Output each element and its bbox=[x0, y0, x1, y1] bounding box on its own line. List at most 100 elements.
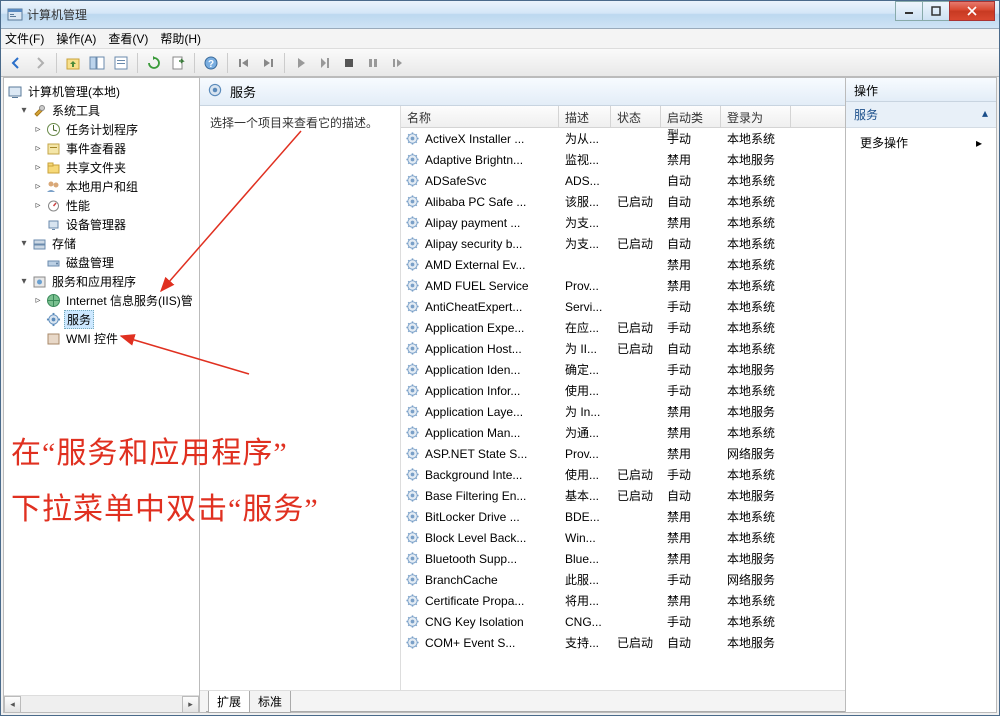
back-button[interactable] bbox=[5, 52, 27, 74]
service-row[interactable]: Application Laye...为 In...禁用本地服务 bbox=[401, 401, 845, 422]
pause-button[interactable] bbox=[362, 52, 384, 74]
scroll-right-icon[interactable]: ▸ bbox=[182, 696, 199, 712]
tab-extended[interactable]: 扩展 bbox=[208, 691, 250, 713]
stop-button[interactable] bbox=[338, 52, 360, 74]
cell-logon: 本地系统 bbox=[723, 592, 793, 609]
service-row[interactable]: Application Iden...确定...手动本地服务 bbox=[401, 359, 845, 380]
cell-name: Base Filtering En... bbox=[421, 489, 561, 503]
step-button[interactable] bbox=[314, 52, 336, 74]
minimize-button[interactable] bbox=[895, 1, 923, 21]
menu-action[interactable]: 操作(A) bbox=[56, 30, 96, 47]
col-status[interactable]: 状态 bbox=[611, 106, 661, 127]
menu-view[interactable]: 查看(V) bbox=[108, 30, 148, 47]
titlebar[interactable]: 计算机管理 bbox=[1, 1, 999, 29]
service-row[interactable]: Application Expe...在应...已启动手动本地系统 bbox=[401, 317, 845, 338]
tree-task-scheduler[interactable]: ▹任务计划程序 bbox=[4, 120, 199, 139]
service-row[interactable]: ActiveX Installer ...为从...手动本地系统 bbox=[401, 128, 845, 149]
col-logon[interactable]: 登录为 bbox=[721, 106, 791, 127]
media-next-button[interactable] bbox=[257, 52, 279, 74]
service-row[interactable]: Block Level Back...Win...禁用本地系统 bbox=[401, 527, 845, 548]
up-button[interactable] bbox=[62, 52, 84, 74]
col-name[interactable]: 名称 bbox=[401, 106, 559, 127]
service-row[interactable]: Background Inte...使用...已启动手动本地系统 bbox=[401, 464, 845, 485]
forward-button[interactable] bbox=[29, 52, 51, 74]
menu-help[interactable]: 帮助(H) bbox=[160, 30, 201, 47]
expand-icon[interactable]: ▹ bbox=[32, 181, 44, 192]
cell-desc: Blue... bbox=[561, 552, 613, 566]
service-row[interactable]: Base Filtering En...基本...已启动自动本地服务 bbox=[401, 485, 845, 506]
expand-icon[interactable]: ▹ bbox=[32, 143, 44, 154]
cell-logon: 本地系统 bbox=[723, 508, 793, 525]
service-row[interactable]: Application Host...为 II...已启动自动本地系统 bbox=[401, 338, 845, 359]
show-hide-tree-button[interactable] bbox=[86, 52, 108, 74]
close-button[interactable] bbox=[949, 1, 995, 21]
col-desc[interactable]: 描述 bbox=[559, 106, 611, 127]
actions-more[interactable]: 更多操作 ▸ bbox=[846, 128, 996, 157]
tree-wmi[interactable]: ▹WMI 控件 bbox=[4, 329, 199, 348]
tree-performance[interactable]: ▹性能 bbox=[4, 196, 199, 215]
cell-desc: 基本... bbox=[561, 487, 613, 504]
service-row[interactable]: Application Man...为通...禁用本地系统 bbox=[401, 422, 845, 443]
service-row[interactable]: Application Infor...使用...手动本地系统 bbox=[401, 380, 845, 401]
cell-logon: 本地系统 bbox=[723, 172, 793, 189]
tree-system-tools[interactable]: ▾ 系统工具 bbox=[4, 101, 199, 120]
collapse-icon[interactable]: ▾ bbox=[18, 238, 30, 249]
refresh-button[interactable] bbox=[143, 52, 165, 74]
maximize-button[interactable] bbox=[922, 1, 950, 21]
service-row[interactable]: Alipay payment ...为支...禁用本地系统 bbox=[401, 212, 845, 233]
resume-button[interactable] bbox=[386, 52, 408, 74]
service-row[interactable]: AMD FUEL ServiceProv...禁用本地系统 bbox=[401, 275, 845, 296]
service-row[interactable]: AMD External Ev...禁用本地系统 bbox=[401, 254, 845, 275]
cell-startup: 手动 bbox=[663, 466, 723, 483]
cell-startup: 手动 bbox=[663, 319, 723, 336]
service-row[interactable]: CNG Key IsolationCNG...手动本地系统 bbox=[401, 611, 845, 632]
services-apps-icon bbox=[31, 274, 47, 290]
collapse-icon[interactable]: ▾ bbox=[18, 105, 30, 116]
expand-icon[interactable]: ▹ bbox=[32, 200, 44, 211]
service-row[interactable]: ASP.NET State S...Prov...禁用网络服务 bbox=[401, 443, 845, 464]
cell-desc: 使用... bbox=[561, 466, 613, 483]
expand-icon[interactable]: ▹ bbox=[32, 162, 44, 173]
tree-iis[interactable]: ▹Internet 信息服务(IIS)管 bbox=[4, 291, 199, 310]
media-prev-button[interactable] bbox=[233, 52, 255, 74]
properties-button[interactable] bbox=[110, 52, 132, 74]
service-row[interactable]: Alipay security b...为支...已启动自动本地系统 bbox=[401, 233, 845, 254]
service-row[interactable]: Bluetooth Supp...Blue...禁用本地服务 bbox=[401, 548, 845, 569]
cell-desc: 为支... bbox=[561, 214, 613, 231]
expand-icon[interactable]: ▹ bbox=[32, 124, 44, 135]
tree-shared-folders[interactable]: ▹共享文件夹 bbox=[4, 158, 199, 177]
tree-root[interactable]: 计算机管理(本地) bbox=[4, 82, 199, 101]
cell-name: ADSafeSvc bbox=[421, 174, 561, 188]
service-row[interactable]: Certificate Propa...将用...禁用本地系统 bbox=[401, 590, 845, 611]
service-row[interactable]: BranchCache此服...手动网络服务 bbox=[401, 569, 845, 590]
cell-logon: 本地系统 bbox=[723, 130, 793, 147]
menu-file[interactable]: 文件(F) bbox=[5, 30, 44, 47]
tree-disk-mgmt[interactable]: ▹磁盘管理 bbox=[4, 253, 199, 272]
nav-tree[interactable]: 计算机管理(本地) ▾ 系统工具 ▹任务计划程序 bbox=[4, 82, 199, 348]
play-button[interactable] bbox=[290, 52, 312, 74]
tree-local-users[interactable]: ▹本地用户和组 bbox=[4, 177, 199, 196]
expand-icon[interactable]: ▹ bbox=[32, 295, 44, 306]
service-row[interactable]: BitLocker Drive ...BDE...禁用本地系统 bbox=[401, 506, 845, 527]
tree-services-apps[interactable]: ▾ 服务和应用程序 bbox=[4, 272, 199, 291]
service-row[interactable]: ADSafeSvcADS...自动本地系统 bbox=[401, 170, 845, 191]
service-row[interactable]: AntiCheatExpert...Servi...手动本地系统 bbox=[401, 296, 845, 317]
export-button[interactable] bbox=[167, 52, 189, 74]
service-row[interactable]: Adaptive Brightn...监视...禁用本地服务 bbox=[401, 149, 845, 170]
col-startup[interactable]: 启动类型 bbox=[661, 106, 721, 127]
scroll-left-icon[interactable]: ◂ bbox=[4, 696, 21, 712]
service-row[interactable]: COM+ Event S...支持...已启动自动本地服务 bbox=[401, 632, 845, 653]
cell-startup: 禁用 bbox=[663, 529, 723, 546]
event-icon bbox=[45, 141, 61, 157]
tree-device-manager[interactable]: ▹设备管理器 bbox=[4, 215, 199, 234]
tree-storage[interactable]: ▾ 存储 bbox=[4, 234, 199, 253]
service-row[interactable]: Alibaba PC Safe ...该服...已启动自动本地系统 bbox=[401, 191, 845, 212]
tree-event-viewer[interactable]: ▹事件查看器 bbox=[4, 139, 199, 158]
collapse-icon[interactable]: ▾ bbox=[18, 276, 30, 287]
tree-services[interactable]: ▹服务 bbox=[4, 310, 199, 329]
help-button[interactable]: ? bbox=[200, 52, 222, 74]
tree-hscrollbar[interactable]: ◂ ▸ bbox=[4, 695, 199, 712]
list-rows[interactable]: ActiveX Installer ...为从...手动本地系统Adaptive… bbox=[401, 128, 845, 690]
actions-context[interactable]: 服务 ▴ bbox=[846, 102, 996, 128]
tab-standard[interactable]: 标准 bbox=[249, 691, 291, 713]
